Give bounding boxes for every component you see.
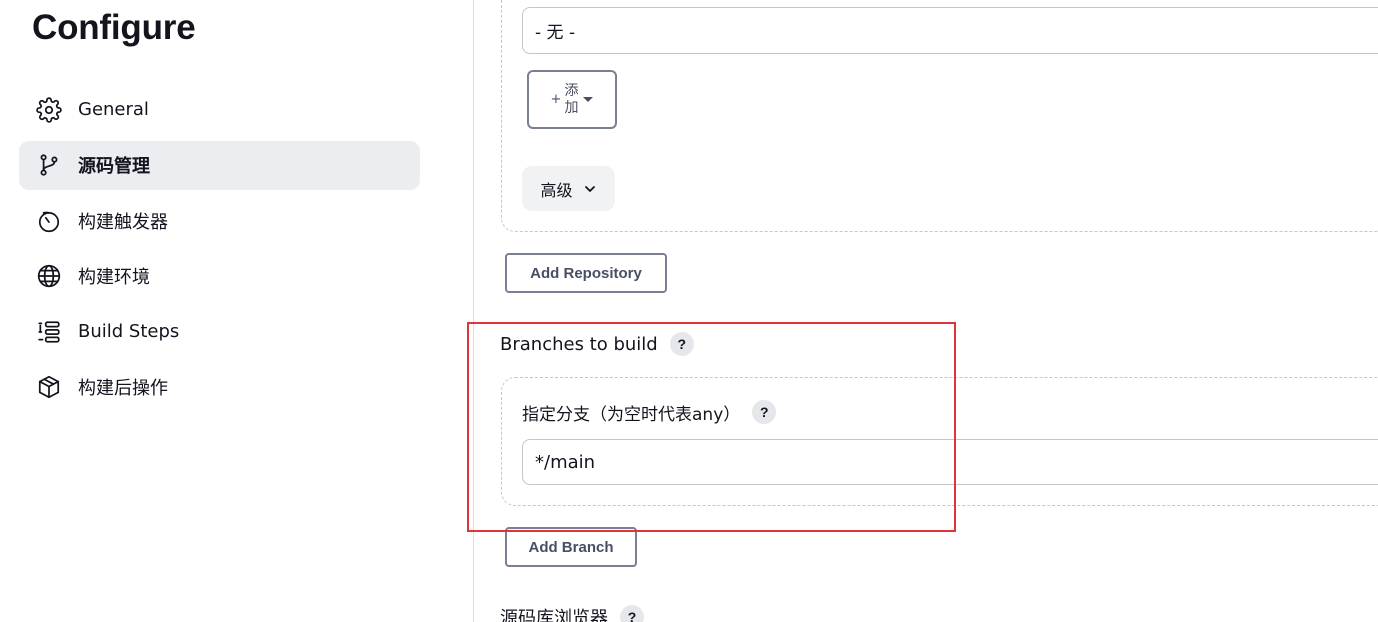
chevron-down-icon — [584, 185, 595, 192]
sidebar-item-label: 构建环境 — [78, 267, 150, 288]
add-credentials-button[interactable]: + 添加 — [527, 70, 617, 129]
credentials-select[interactable]: - 无 - — [522, 7, 1378, 54]
add-repository-button[interactable]: Add Repository — [505, 253, 667, 293]
git-branch-icon — [36, 152, 62, 178]
sidebar-item-label: Build Steps — [78, 321, 180, 342]
sidebar-item-general[interactable]: General — [19, 85, 420, 134]
sidebar-item-build-triggers[interactable]: 构建触发器 — [19, 196, 420, 245]
sidebar-item-post-build[interactable]: 构建后操作 — [19, 363, 420, 412]
gear-icon — [36, 96, 62, 123]
advanced-label: 高级 — [540, 180, 573, 200]
caret-down-icon — [583, 97, 594, 102]
credentials-select-value: - 无 - — [535, 23, 576, 43]
advanced-button[interactable]: 高级 — [522, 166, 615, 211]
sidebar-item-build-steps[interactable]: Build Steps — [19, 307, 420, 356]
add-credentials-label: 添加 — [564, 82, 579, 116]
package-icon — [36, 374, 62, 400]
plus-icon: + — [550, 92, 562, 107]
sidebar-item-label: 源码管理 — [78, 156, 150, 177]
timer-icon — [36, 208, 62, 234]
add-branch-button[interactable]: Add Branch — [505, 527, 637, 567]
repository-browser-heading: 源码库浏览器 ? — [500, 604, 644, 622]
repository-browser-label: 源码库浏览器 — [500, 608, 608, 622]
sidebar-item-label: General — [78, 99, 149, 120]
sidebar-item-scm[interactable]: 源码管理 — [19, 140, 420, 190]
help-icon[interactable]: ? — [620, 605, 644, 622]
page-title: Configure — [32, 8, 196, 47]
sidebar-item-label: 构建后操作 — [78, 378, 168, 399]
highlight-box — [467, 322, 956, 532]
sidebar-nav: General 源码管理 构建触发器 构建环境 Build Steps 构建后操… — [19, 85, 420, 418]
sidebar-item-build-environment[interactable]: 构建环境 — [19, 252, 420, 301]
sidebar-item-label: 构建触发器 — [78, 211, 168, 233]
globe-icon — [36, 263, 62, 289]
list-steps-icon — [36, 319, 62, 345]
